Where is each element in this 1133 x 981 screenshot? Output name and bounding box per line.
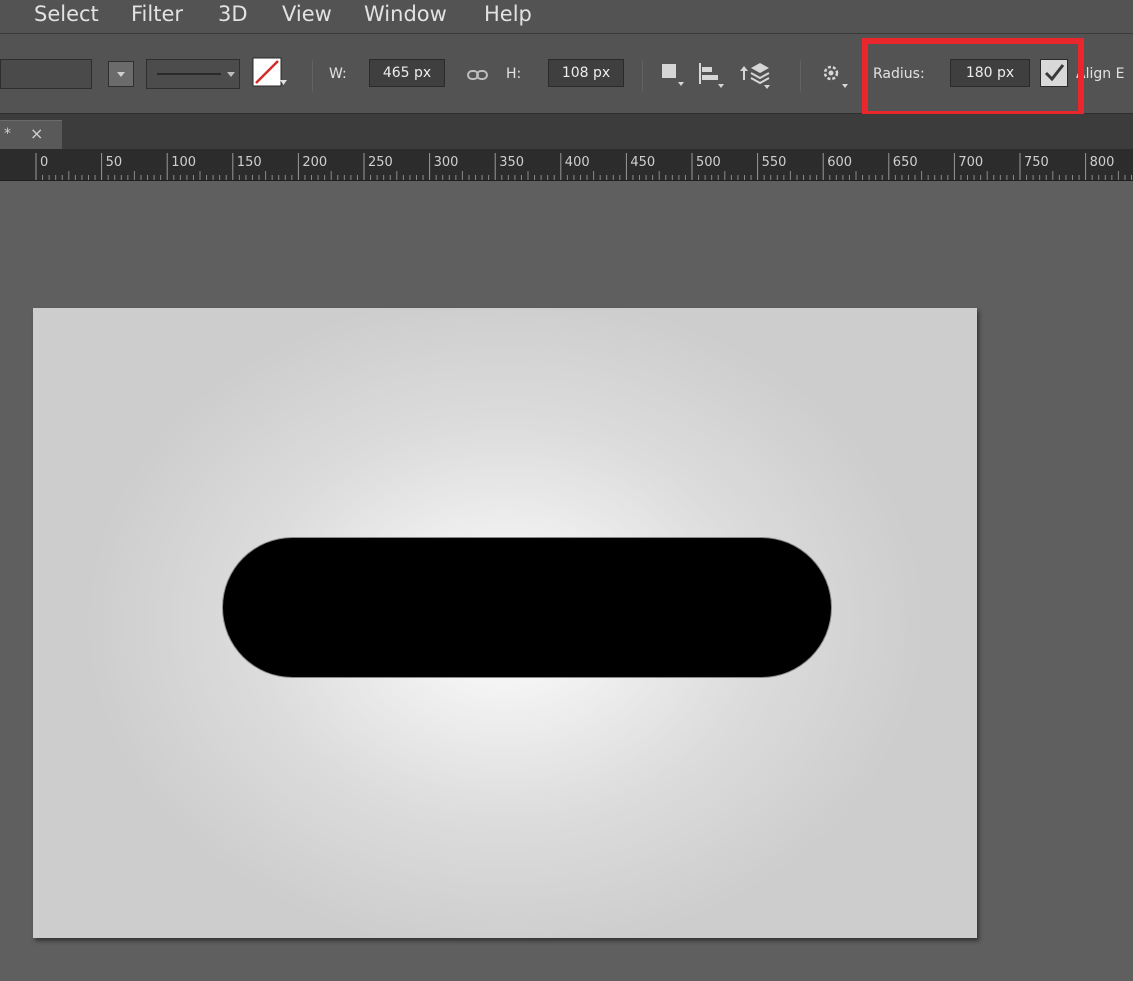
ruler-tick-label: 750 — [1024, 155, 1049, 170]
menu-select[interactable]: Select — [34, 2, 99, 26]
link-icon[interactable] — [466, 65, 490, 85]
ruler-tick-label: 500 — [696, 155, 721, 170]
ruler-tick-label: 350 — [499, 155, 525, 170]
ruler-tick-label: 600 — [827, 155, 853, 170]
document-tab[interactable]: * × — [0, 120, 62, 149]
separator — [312, 60, 313, 92]
ruler-tick-label: 400 — [564, 155, 590, 170]
ruler-tick-label: 0 — [40, 155, 49, 170]
menu-window[interactable]: Window — [364, 2, 447, 26]
stroke-style-icon — [157, 72, 235, 77]
ruler-tick-label: 50 — [105, 155, 123, 170]
rounded-rectangle-shape[interactable] — [223, 538, 831, 677]
gear-icon[interactable] — [818, 60, 850, 90]
ruler-tick-label: 250 — [368, 155, 393, 170]
tab-title: * — [4, 126, 11, 142]
width-label: W: — [329, 66, 347, 82]
ruler-tick-label: 300 — [433, 155, 459, 170]
ruler-tick-label: 550 — [761, 155, 787, 170]
menu-help[interactable]: Help — [484, 2, 532, 26]
stroke-color-icon[interactable] — [252, 56, 288, 90]
ruler-tick-label: 700 — [958, 155, 984, 170]
close-icon[interactable]: × — [30, 124, 43, 143]
fill-field[interactable] — [0, 59, 92, 89]
ruler-tick-label: 100 — [171, 155, 197, 170]
separator — [642, 60, 643, 92]
menu-view[interactable]: View — [282, 2, 332, 26]
menu-bar: Select Filter 3D View Window Help — [0, 0, 1133, 34]
menu-filter[interactable]: Filter — [131, 2, 183, 26]
width-input[interactable]: 465 px — [369, 59, 445, 87]
ruler-tick-label: 150 — [236, 155, 262, 170]
radius-highlight-box — [862, 38, 1084, 117]
ruler-tick-label: 800 — [1089, 155, 1115, 170]
separator — [800, 60, 801, 92]
menu-3d[interactable]: 3D — [218, 2, 248, 26]
path-alignment-icon[interactable] — [696, 60, 726, 90]
ruler-tick-label: 450 — [630, 155, 656, 170]
ruler-tick-label: 650 — [892, 155, 918, 170]
ruler-tick-label: 200 — [302, 155, 328, 170]
document-canvas[interactable] — [33, 308, 977, 938]
path-arrangement-icon[interactable] — [738, 58, 772, 90]
path-operations-icon[interactable] — [658, 60, 686, 90]
dropdown-arrow-icon[interactable] — [108, 61, 134, 87]
horizontal-ruler: 0 50 100 150 200 250 300 350 400 450 500 550 600 650 7… — [0, 149, 1133, 181]
document-tab-bar: * × — [0, 114, 1133, 149]
height-label: H: — [506, 66, 522, 82]
stroke-style-dropdown[interactable] — [146, 59, 240, 89]
height-input[interactable]: 108 px — [548, 59, 624, 87]
